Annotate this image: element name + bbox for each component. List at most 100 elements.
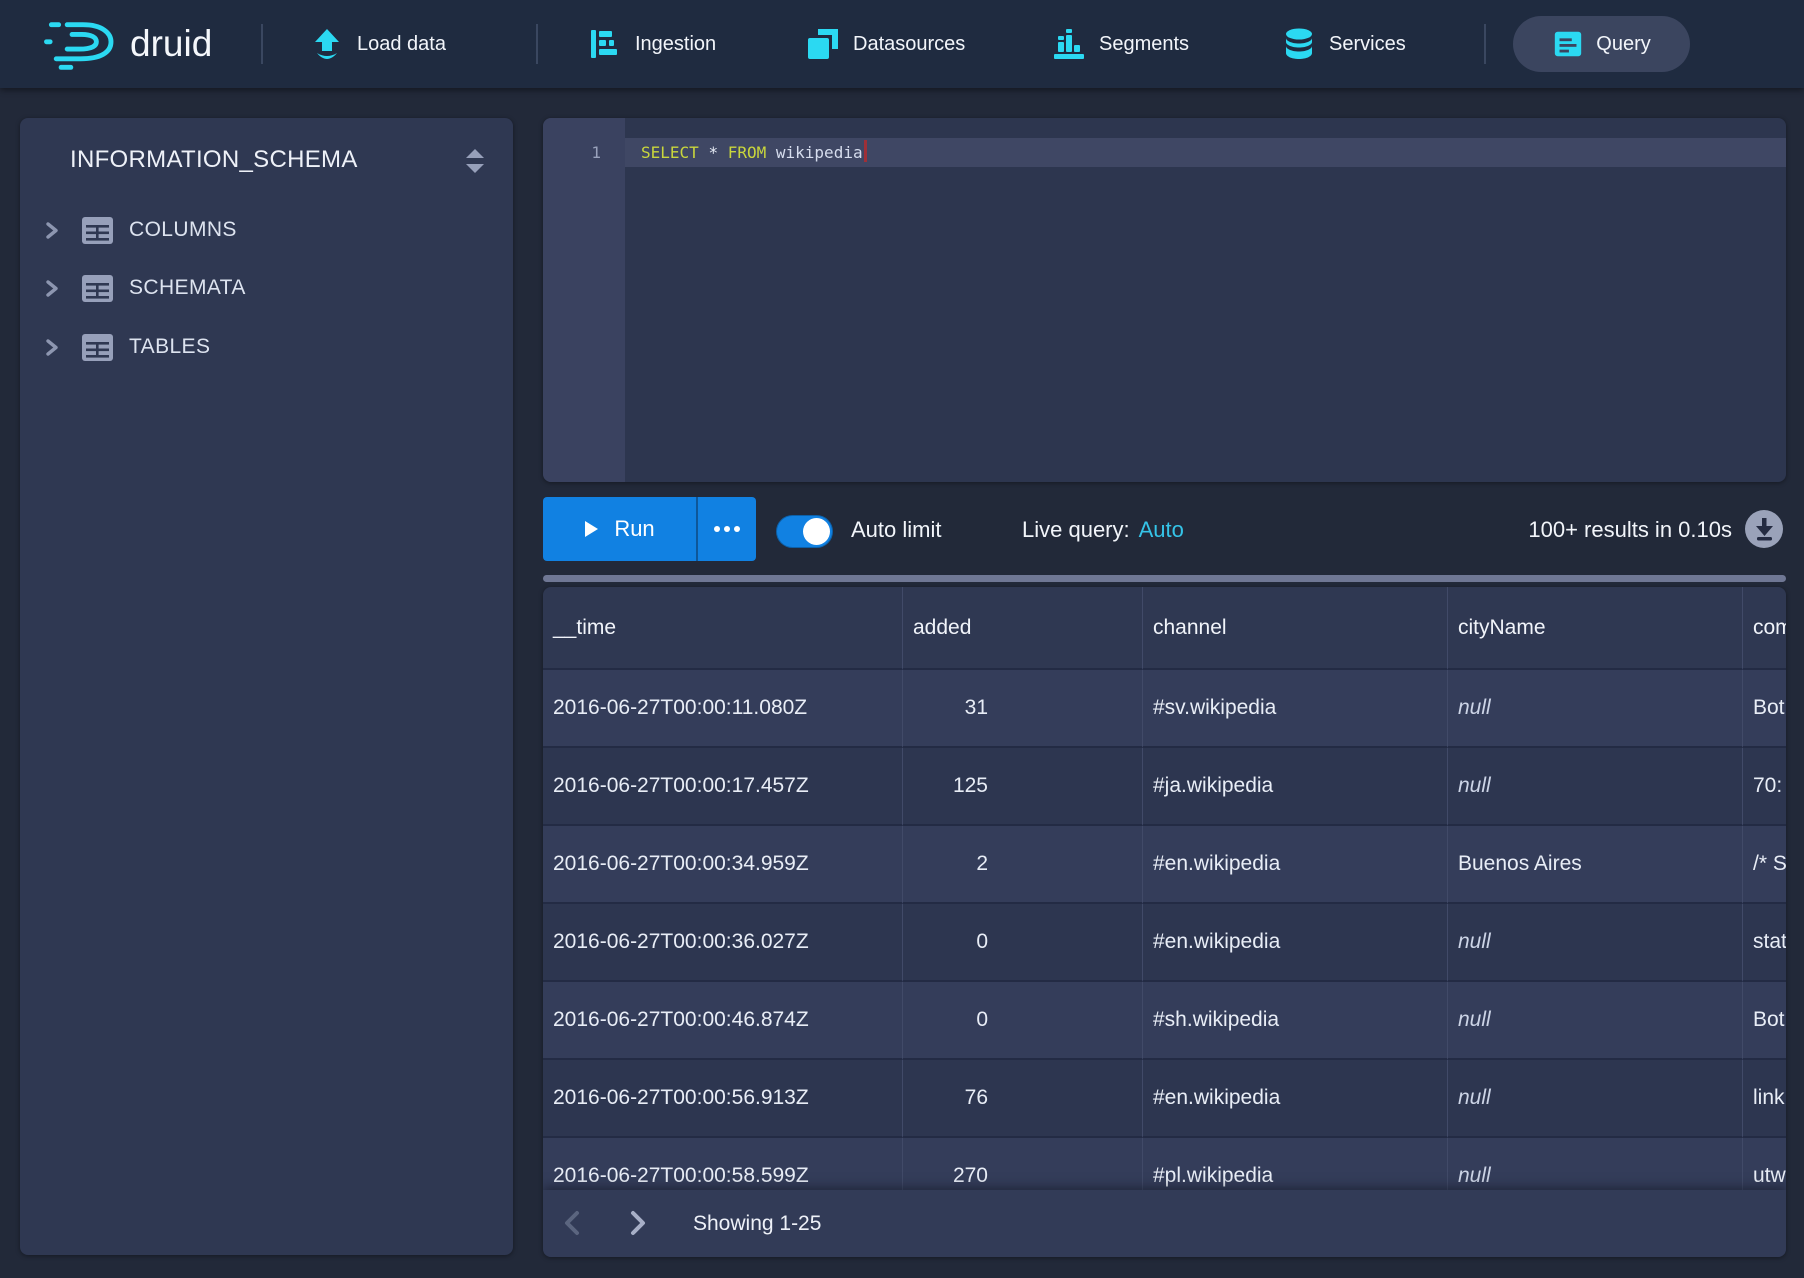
table-cell[interactable]: 125 [903,748,1143,826]
auto-limit-label: Auto limit [851,482,941,578]
nav-item-label: Load data [357,33,446,56]
run-more-options-button[interactable] [696,497,756,561]
table-cell[interactable]: /* S [1743,826,1786,904]
table-row: 2016-06-27T00:00:56.913Z76#en.wikipedian… [543,1060,1786,1138]
nav-item-datasources[interactable]: Datasources [806,0,965,88]
live-query-value[interactable]: Auto [1139,517,1184,543]
table-cell[interactable]: #sh.wikipedia [1143,982,1448,1060]
table-cell[interactable]: 2016-06-27T00:00:17.457Z [543,748,903,826]
table-cell[interactable]: Bot [1743,982,1786,1060]
table-cell[interactable]: null [1448,1060,1743,1138]
live-query-control: Live query: Auto [1022,482,1184,578]
nav-item-services[interactable]: Services [1282,0,1406,88]
console-icon [1552,28,1584,60]
table-cell[interactable]: #en.wikipedia [1143,826,1448,904]
table-cell[interactable]: #en.wikipedia [1143,904,1448,982]
sidebar-item-tables[interactable]: TABLES [20,324,513,370]
druid-logo-icon [42,15,124,71]
chevron-right-icon[interactable] [43,339,60,356]
navbar-separator [1484,24,1486,64]
table-cell[interactable]: 2016-06-27T00:00:56.913Z [543,1060,903,1138]
nav-item-query-active[interactable]: Query [1513,16,1690,72]
table-icon [82,217,113,244]
table-row: 2016-06-27T00:00:34.959Z2#en.wikipediaBu… [543,826,1786,904]
navbar-separator [261,24,263,64]
column-header-channel[interactable]: channel [1143,587,1448,670]
table-cell[interactable]: null [1448,670,1743,748]
nav-item-segments[interactable]: Segments [1052,0,1189,88]
auto-limit-toggle[interactable] [776,515,833,548]
chevron-right-icon [628,1210,648,1236]
results-count-text: 100+ results in 0.10s [1528,482,1732,578]
next-page-button[interactable] [620,1205,656,1241]
table-cell[interactable]: 2016-06-27T00:00:11.080Z [543,670,903,748]
table-row: 2016-06-27T00:00:36.027Z0#en.wikipedianu… [543,904,1786,982]
sql-keyword: FROM [728,143,767,162]
sidebar-item-label: SCHEMATA [129,276,246,300]
sql-editor[interactable]: 1 SELECT * FROM wikipedia [543,118,1786,482]
table-row: 2016-06-27T00:00:17.457Z125#ja.wikipedia… [543,748,1786,826]
table-cell[interactable]: 2016-06-27T00:00:34.959Z [543,826,903,904]
run-button[interactable]: Run [543,497,696,561]
showing-range-label: Showing 1-25 [693,1190,821,1257]
chevron-right-icon[interactable] [43,280,60,297]
upload-icon [310,27,344,61]
druid-console: druid Load data Ingestion [0,0,1804,1278]
column-header-cityName[interactable]: cityName [1448,587,1743,670]
druid-brand[interactable]: druid [42,15,212,71]
table-cell[interactable]: 0 [903,982,1143,1060]
column-header-__time[interactable]: __time [543,587,903,670]
table-cell[interactable]: #en.wikipedia [1143,1060,1448,1138]
table-cell[interactable]: 31 [903,670,1143,748]
table-cell[interactable]: stat [1743,904,1786,982]
table-icon [82,334,113,361]
table-row: 2016-06-27T00:00:46.874Z0#sh.wikipedianu… [543,982,1786,1060]
sql-query-text[interactable]: SELECT * FROM wikipedia [641,138,867,167]
nav-item-ingestion[interactable]: Ingestion [588,0,716,88]
table-cell[interactable]: 0 [903,904,1143,982]
pagination-footer: Showing 1-25 [543,1190,1786,1257]
table-cell[interactable]: #ja.wikipedia [1143,748,1448,826]
nav-item-load-data[interactable]: Load data [310,0,446,88]
toggle-knob [803,518,830,545]
dot [714,526,720,532]
chevron-right-icon[interactable] [43,222,60,239]
navbar-separator [536,24,538,64]
results-body: 2016-06-27T00:00:11.080Z31#sv.wikipedian… [543,670,1786,1216]
previous-page-button[interactable] [554,1205,590,1241]
run-bar: Run Auto limit Live query: Auto 100+ res… [0,482,1804,587]
nav-item-label: Datasources [853,33,965,56]
column-header-comment[interactable]: comment [1743,587,1786,670]
download-results-button[interactable] [1745,510,1783,548]
table-cell[interactable]: 76 [903,1060,1143,1138]
column-header-added[interactable]: added [903,587,1143,670]
double-caret-vertical-icon[interactable] [463,148,487,174]
table-cell[interactable]: 2016-06-27T00:00:46.874Z [543,982,903,1060]
dot [734,526,740,532]
table-cell[interactable]: link [1743,1060,1786,1138]
horizontal-scrollbar[interactable] [543,575,1786,582]
schema-title: INFORMATION_SCHEMA [70,146,358,174]
table-cell[interactable]: 70: [1743,748,1786,826]
play-icon [584,520,599,538]
table-cell[interactable]: null [1448,982,1743,1060]
table-cell[interactable]: #sv.wikipedia [1143,670,1448,748]
live-query-label: Live query: [1022,517,1130,543]
sidebar-item-label: COLUMNS [129,218,237,242]
table-cell[interactable]: 2016-06-27T00:00:36.027Z [543,904,903,982]
nav-item-label: Ingestion [635,33,716,56]
chevron-left-icon [562,1210,582,1236]
table-cell[interactable]: null [1448,748,1743,826]
run-button-label: Run [614,516,654,542]
sidebar-item-columns[interactable]: COLUMNS [20,207,513,253]
query-results-panel: __timeaddedchannelcityNamecomment 2016-0… [543,587,1786,1257]
table-cell[interactable]: null [1448,904,1743,982]
nav-item-label: Segments [1099,33,1189,56]
results-header-row: __timeaddedchannelcityNamecomment [543,587,1786,670]
table-cell[interactable]: 2 [903,826,1143,904]
sidebar-item-label: TABLES [129,335,210,359]
table-cell[interactable]: Bot [1743,670,1786,748]
sidebar-item-schemata[interactable]: SCHEMATA [20,265,513,311]
sql-identifier: wikipedia [776,143,863,162]
table-cell[interactable]: Buenos Aires [1448,826,1743,904]
